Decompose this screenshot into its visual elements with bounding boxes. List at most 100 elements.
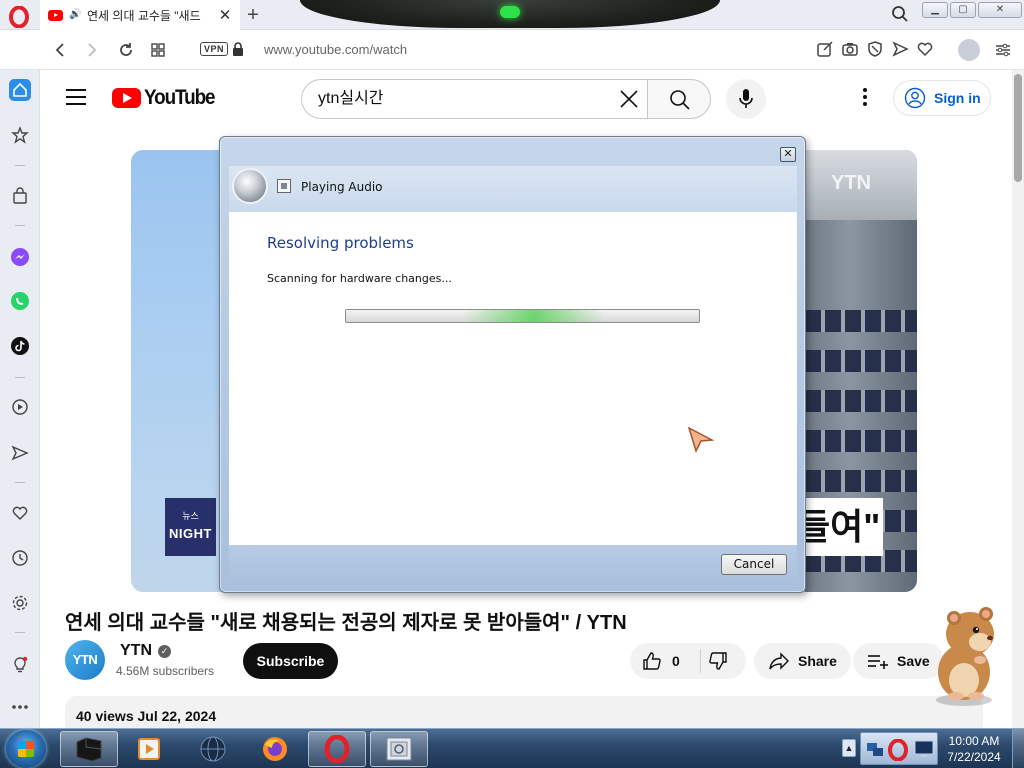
system-clock[interactable]: 10:00 AM 7/22/2024 [940,733,1008,765]
hamster-desktop-pet[interactable] [918,600,1010,710]
clock-time: 10:00 AM [948,734,1000,748]
url-field[interactable]: www.youtube.com/watch [264,42,407,57]
voice-search-button[interactable] [726,79,766,119]
taskbar-app-media[interactable] [120,731,178,767]
easy-setup-icon[interactable] [994,41,1012,59]
troubleshooter-icon [277,179,291,193]
taskbar-app-firefox[interactable] [246,731,304,767]
show-desktop-button[interactable] [1012,729,1024,768]
video-title: 연세 의대 교수들 "새로 채용되는 전공의 제자로 못 받아들여" / YTN [65,612,627,634]
sidebar-heart-icon[interactable] [9,502,31,524]
dialog-title: Playing Audio [301,180,383,194]
green-indicator-icon [500,6,520,18]
taskbar-app-troubleshooter[interactable] [370,731,428,767]
share-button[interactable]: Share [754,643,851,679]
youtube-favicon-icon [48,9,63,21]
sidebar-send-icon[interactable] [9,442,31,464]
save-playlist-icon [868,655,888,669]
thumbs-down-icon [709,652,727,670]
dislike-button[interactable] [708,651,728,676]
browser-tab-youtube[interactable]: 🔊 연세 의대 교수들 "새드 ✕ [40,0,240,30]
network-tray-icon[interactable] [865,739,885,759]
lock-icon[interactable] [232,42,244,56]
sidebar-history-icon[interactable] [9,547,31,569]
channel-name-link[interactable]: YTN ✓ [120,642,171,660]
tab-search-icon[interactable] [891,5,909,23]
settings-more-icon[interactable] [862,88,868,108]
media-player-icon [138,738,160,760]
sidebar-shopping-icon[interactable] [9,185,31,207]
dialog-body: Resolving problems Scanning for hardware… [229,212,797,545]
cancel-button[interactable]: Cancel [721,554,787,575]
tab-close-icon[interactable]: ✕ [218,6,232,24]
guide-menu-icon[interactable] [66,89,86,105]
tab-title: 연세 의대 교수들 "새드 [87,8,201,23]
mouse-cursor-icon [688,427,714,453]
terminal-app-icon [76,737,102,762]
sidebar-tips-icon[interactable] [9,654,31,676]
maximize-button[interactable]: ▢ [950,2,976,18]
search-icon [670,90,690,110]
search-button[interactable] [647,79,711,119]
channel-avatar[interactable]: YTN [65,640,105,680]
page-scrollbar-thumb[interactable] [1014,74,1022,182]
dialog-close-button[interactable]: ✕ [780,147,796,162]
sidebar-home-icon[interactable] [9,79,31,101]
start-button[interactable] [6,730,46,768]
marquee-progress-bar [345,309,700,323]
channel-name: YTN [120,642,152,659]
subscribe-button[interactable]: Subscribe [243,643,338,679]
like-button[interactable]: 0 [642,651,680,671]
speaker-icon[interactable]: 🔊 [69,9,81,21]
taskbar-app-opera[interactable] [308,731,366,767]
minimize-button[interactable]: ▁ [922,2,948,18]
sidebar-messenger-icon[interactable] [9,246,31,268]
badge-line-2: NIGHT [169,526,212,541]
send-arrow-icon[interactable] [891,40,909,58]
decorative-notch [300,0,720,28]
sidebar-divider [15,377,25,378]
sidebar-divider [15,632,25,633]
back-icon[interactable] [50,40,70,60]
clear-search-icon[interactable] [618,88,640,110]
sidebar-player-icon[interactable] [9,396,31,418]
sidebar-settings-icon[interactable] [9,592,31,614]
opera-app-icon [324,735,350,763]
monitor-tray-icon[interactable] [913,739,935,759]
globe-app-icon [200,736,226,762]
show-hidden-icons-button[interactable]: ▲ [842,739,856,757]
share-link-icon[interactable] [816,40,834,58]
sidebar-divider [15,225,25,226]
taskbar-app-globe[interactable] [184,731,242,767]
microphone-icon [739,89,753,108]
sidebar-whatsapp-icon[interactable] [9,290,31,312]
sign-in-button[interactable]: Sign in [893,80,991,116]
taskbar-app-terminal[interactable] [60,731,118,767]
close-window-button[interactable]: ✕ [978,2,1022,18]
back-orb-icon[interactable] [232,168,268,204]
ad-blocker-shield-icon[interactable] [866,40,884,58]
address-bar: VPN www.youtube.com/watch [0,30,1024,70]
sidebar-tiktok-icon[interactable] [9,335,31,357]
bookmark-heart-icon[interactable] [916,40,934,58]
youtube-logo[interactable]: YouTube [112,86,222,110]
dialog-status-text: Scanning for hardware changes... [267,272,452,285]
view-count-date: 40 views Jul 22, 2024 [76,708,217,724]
sign-in-label: Sign in [934,90,981,106]
new-tab-button[interactable]: + [243,4,263,26]
reload-icon[interactable] [116,40,136,60]
opera-tray-icon[interactable] [887,739,909,761]
forward-icon[interactable] [82,40,102,60]
vpn-badge[interactable]: VPN [200,42,229,56]
windows-taskbar: ▲ 10:00 AM 7/22/2024 [0,728,1024,768]
opera-menu-icon[interactable] [8,6,30,28]
sidebar-bookmarks-icon[interactable] [9,124,31,146]
clock-date: 7/22/2024 [947,750,1001,764]
search-input[interactable]: ytn실시간 [301,79,648,119]
sidebar-divider [15,482,25,483]
sidebar-more-icon[interactable] [9,696,31,718]
profile-avatar-icon[interactable] [958,39,980,61]
snapshot-camera-icon[interactable] [841,40,859,58]
badge-line-1: 뉴스 [182,511,199,521]
tabs-grid-icon[interactable] [148,40,168,60]
